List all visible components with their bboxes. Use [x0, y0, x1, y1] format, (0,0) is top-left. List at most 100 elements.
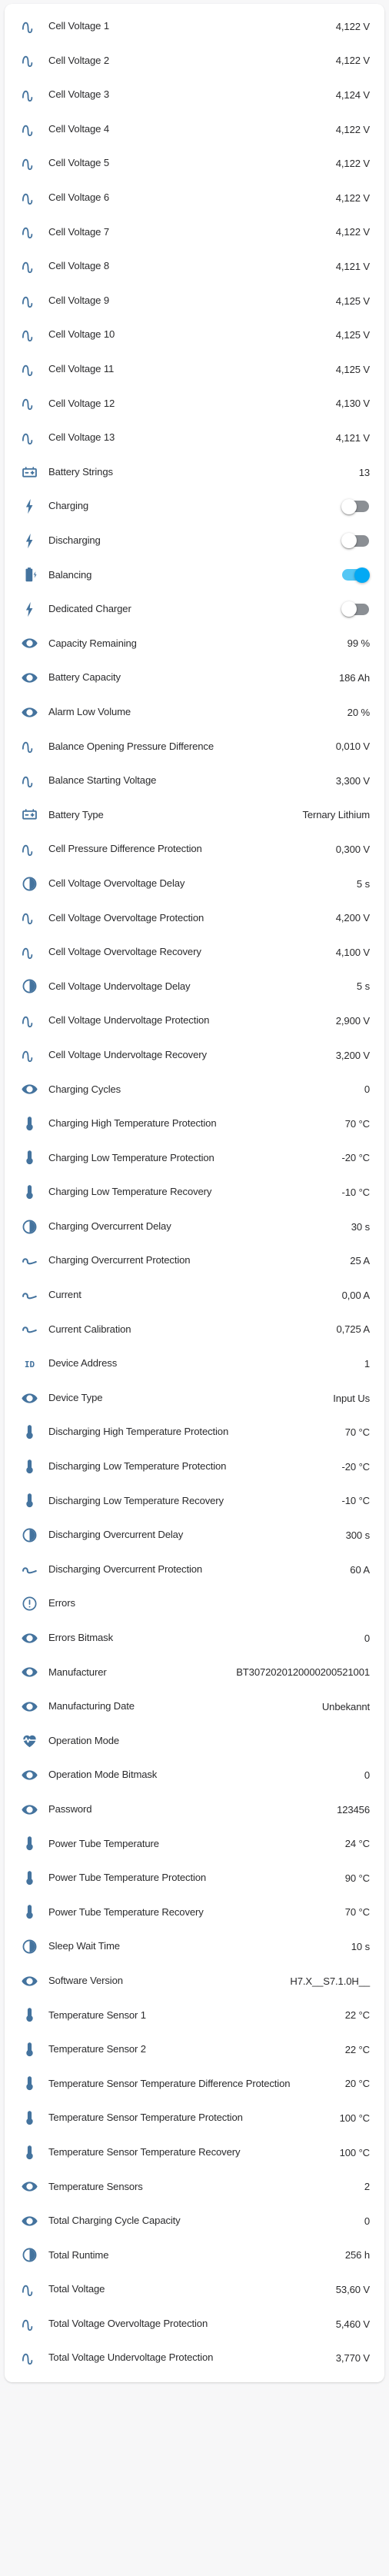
entity-row-password[interactable]: Password 123456: [5, 1792, 384, 1827]
entity-row-cell-voltage-5[interactable]: Cell Voltage 5 4,122 V: [5, 146, 384, 181]
toggle-switch[interactable]: [341, 498, 369, 514]
entities-card: Cell Voltage 1 4,122 V Cell Voltage 2 4,122…: [5, 4, 384, 2382]
entity-label: Device Address: [48, 1357, 118, 1370]
entity-row-charging-overcurrent-protection[interactable]: Charging Overcurrent Protection 25 A: [5, 1243, 384, 1278]
entity-value: 25 A: [350, 1255, 370, 1267]
entity-row-device-address[interactable]: ID Device Address 1: [5, 1346, 384, 1381]
entity-row-temperature-sensor-temperature-difference-protection[interactable]: Temperature Sensor Temperature Differenc…: [5, 2067, 384, 2102]
entity-label: Cell Voltage Overvoltage Protection: [48, 911, 204, 924]
entity-row-sleep-wait-time[interactable]: Sleep Wait Time 10 s: [5, 1929, 384, 1964]
battery-icon: [14, 464, 45, 481]
entity-row-alarm-low-volume[interactable]: Alarm Low Volume 20 %: [5, 695, 384, 730]
entity-row-temperature-sensor-temperature-recovery[interactable]: Temperature Sensor Temperature Recovery 1…: [5, 2135, 384, 2170]
entity-row-cell-voltage-overvoltage-delay[interactable]: Cell Voltage Overvoltage Delay 5 s: [5, 867, 384, 901]
sine-wave-icon: [14, 2281, 45, 2298]
entity-value: 24 °C: [344, 1838, 370, 1850]
entity-value: 3,770 V: [335, 2352, 370, 2365]
entity-row-cell-voltage-overvoltage-recovery[interactable]: Cell Voltage Overvoltage Recovery 4,100 V: [5, 935, 384, 970]
entity-row-cell-voltage-13[interactable]: Cell Voltage 13 4,121 V: [5, 421, 384, 455]
entity-row-operation-mode-bitmask[interactable]: Operation Mode Bitmask 0: [5, 1758, 384, 1792]
sine-wave-icon: [14, 18, 45, 35]
toggle-switch[interactable]: [342, 567, 370, 583]
entity-row-cell-voltage-2[interactable]: Cell Voltage 2 4,122 V: [5, 44, 384, 78]
entity-row-cell-voltage-undervoltage-protection[interactable]: Cell Voltage Undervoltage Protection 2,90…: [5, 1003, 384, 1038]
eye-icon: [14, 1390, 45, 1407]
entity-row-cell-voltage-11[interactable]: Cell Voltage 11 4,125 V: [5, 352, 384, 387]
entity-row-battery-strings[interactable]: Battery Strings 13: [5, 455, 384, 490]
entity-row-total-voltage-undervoltage-protection[interactable]: Total Voltage Undervoltage Protection 3,7…: [5, 2341, 384, 2375]
entity-row-balance-opening-pressure-difference[interactable]: Balance Opening Pressure Difference 0,010…: [5, 729, 384, 764]
entity-row-manufacturer[interactable]: Manufacturer BT3072020120000200521001: [5, 1656, 384, 1690]
entity-row-discharging-overcurrent-delay[interactable]: Discharging Overcurrent Delay 300 s: [5, 1518, 384, 1553]
thermometer-icon: [14, 1183, 45, 1201]
entity-row-cell-voltage-4[interactable]: Cell Voltage 4 4,122 V: [5, 112, 384, 147]
entity-row-balancing[interactable]: Balancing: [5, 558, 384, 593]
entity-row-cell-pressure-difference-protection[interactable]: Cell Pressure Difference Protection 0,300…: [5, 832, 384, 867]
entity-row-errors[interactable]: Errors: [5, 1586, 384, 1621]
entity-row-cell-voltage-undervoltage-delay[interactable]: Cell Voltage Undervoltage Delay 5 s: [5, 970, 384, 1004]
entity-row-manufacturing-date[interactable]: Manufacturing Date Unbekannt: [5, 1689, 384, 1724]
entity-row-cell-voltage-10[interactable]: Cell Voltage 10 4,125 V: [5, 318, 384, 352]
entity-row-charging-high-temperature-protection[interactable]: Charging High Temperature Protection 70 °…: [5, 1107, 384, 1141]
entity-row-cell-voltage-7[interactable]: Cell Voltage 7 4,122 V: [5, 215, 384, 250]
entity-row-current-calibration[interactable]: Current Calibration 0,725 A: [5, 1313, 384, 1347]
entity-label: Discharging: [48, 534, 101, 547]
entity-row-total-runtime[interactable]: Total Runtime 256 h: [5, 2238, 384, 2273]
entity-row-operation-mode[interactable]: Operation Mode: [5, 1724, 384, 1759]
entity-row-discharging-overcurrent-protection[interactable]: Discharging Overcurrent Protection 60 A: [5, 1553, 384, 1587]
entity-row-battery-type[interactable]: Battery Type Ternary Lithium: [5, 798, 384, 833]
entity-row-temperature-sensor-temperature-protection[interactable]: Temperature Sensor Temperature Protectio…: [5, 2101, 384, 2135]
entity-row-cell-voltage-6[interactable]: Cell Voltage 6 4,122 V: [5, 181, 384, 215]
entity-row-discharging-high-temperature-protection[interactable]: Discharging High Temperature Protection 7…: [5, 1415, 384, 1449]
entity-label: Capacity Remaining: [48, 637, 137, 649]
entity-row-temperature-sensor-2[interactable]: Temperature Sensor 2 22 °C: [5, 2032, 384, 2067]
entity-label: Balance Starting Voltage: [48, 774, 157, 787]
entity-row-power-tube-temperature-protection[interactable]: Power Tube Temperature Protection 90 °C: [5, 1861, 384, 1895]
battery-icon: [14, 806, 45, 824]
entity-row-temperature-sensor-1[interactable]: Temperature Sensor 1 22 °C: [5, 1998, 384, 2032]
entity-row-device-type[interactable]: Device Type Input Us: [5, 1381, 384, 1416]
entity-value: 4,122 V: [335, 20, 370, 32]
entity-label: Operation Mode: [48, 1734, 120, 1746]
entity-row-charging-overcurrent-delay[interactable]: Charging Overcurrent Delay 30 s: [5, 1210, 384, 1244]
entity-row-cell-voltage-undervoltage-recovery[interactable]: Cell Voltage Undervoltage Recovery 3,200 …: [5, 1038, 384, 1073]
entity-row-charging-low-temperature-protection[interactable]: Charging Low Temperature Protection -20 °…: [5, 1141, 384, 1176]
entity-row-cell-voltage-overvoltage-protection[interactable]: Cell Voltage Overvoltage Protection 4,200…: [5, 900, 384, 935]
entity-row-errors-bitmask[interactable]: Errors Bitmask 0: [5, 1621, 384, 1656]
entity-row-battery-capacity[interactable]: Battery Capacity 186 Ah: [5, 661, 384, 695]
entity-row-charging-low-temperature-recovery[interactable]: Charging Low Temperature Recovery -10 °C: [5, 1175, 384, 1210]
entity-label: Operation Mode Bitmask: [48, 1769, 158, 1781]
entity-row-discharging-low-temperature-recovery[interactable]: Discharging Low Temperature Recovery -10 …: [5, 1484, 384, 1519]
sine-wave-icon: [14, 909, 45, 927]
entity-row-capacity-remaining[interactable]: Capacity Remaining 99 %: [5, 627, 384, 661]
entity-row-dedicated-charger[interactable]: Dedicated Charger: [5, 592, 384, 627]
entity-row-total-charging-cycle-capacity[interactable]: Total Charging Cycle Capacity 0: [5, 2204, 384, 2238]
entity-label: Errors: [48, 1597, 75, 1609]
entity-row-cell-voltage-3[interactable]: Cell Voltage 3 4,124 V: [5, 78, 384, 112]
toggle-knob: [341, 533, 357, 549]
entity-value: 30 s: [351, 1220, 370, 1233]
entity-row-balance-starting-voltage[interactable]: Balance Starting Voltage 3,300 V: [5, 764, 384, 798]
entity-row-discharging[interactable]: Discharging: [5, 524, 384, 558]
entity-row-cell-voltage-1[interactable]: Cell Voltage 1 4,122 V: [5, 9, 384, 44]
toggle-switch[interactable]: [341, 533, 369, 549]
entity-label: Battery Capacity: [48, 671, 121, 684]
entity-row-current[interactable]: Current 0,00 A: [5, 1278, 384, 1313]
entity-row-cell-voltage-8[interactable]: Cell Voltage 8 4,121 V: [5, 249, 384, 284]
entity-row-total-voltage-overvoltage-protection[interactable]: Total Voltage Overvoltage Protection 5,46…: [5, 2307, 384, 2341]
entity-row-charging-cycles[interactable]: Charging Cycles 0: [5, 1072, 384, 1107]
entity-label: Cell Voltage Overvoltage Recovery: [48, 946, 201, 958]
entity-row-power-tube-temperature-recovery[interactable]: Power Tube Temperature Recovery 70 °C: [5, 1895, 384, 1930]
entity-row-cell-voltage-9[interactable]: Cell Voltage 9 4,125 V: [5, 284, 384, 318]
entity-label: Dedicated Charger: [48, 603, 131, 615]
entity-row-total-voltage[interactable]: Total Voltage 53,60 V: [5, 2272, 384, 2307]
toggle-switch[interactable]: [341, 601, 369, 617]
entity-row-discharging-low-temperature-protection[interactable]: Discharging Low Temperature Protection -2…: [5, 1449, 384, 1484]
entity-row-power-tube-temperature[interactable]: Power Tube Temperature 24 °C: [5, 1826, 384, 1861]
entity-row-temperature-sensors[interactable]: Temperature Sensors 2: [5, 2169, 384, 2204]
entity-row-cell-voltage-12[interactable]: Cell Voltage 12 4,130 V: [5, 387, 384, 421]
entity-row-charging[interactable]: Charging: [5, 489, 384, 524]
entity-row-software-version[interactable]: Software Version H7.X__S7.1.0H__: [5, 1964, 384, 1999]
entity-label: Temperature Sensor 2: [48, 2043, 146, 2055]
toggle-knob: [354, 567, 370, 583]
